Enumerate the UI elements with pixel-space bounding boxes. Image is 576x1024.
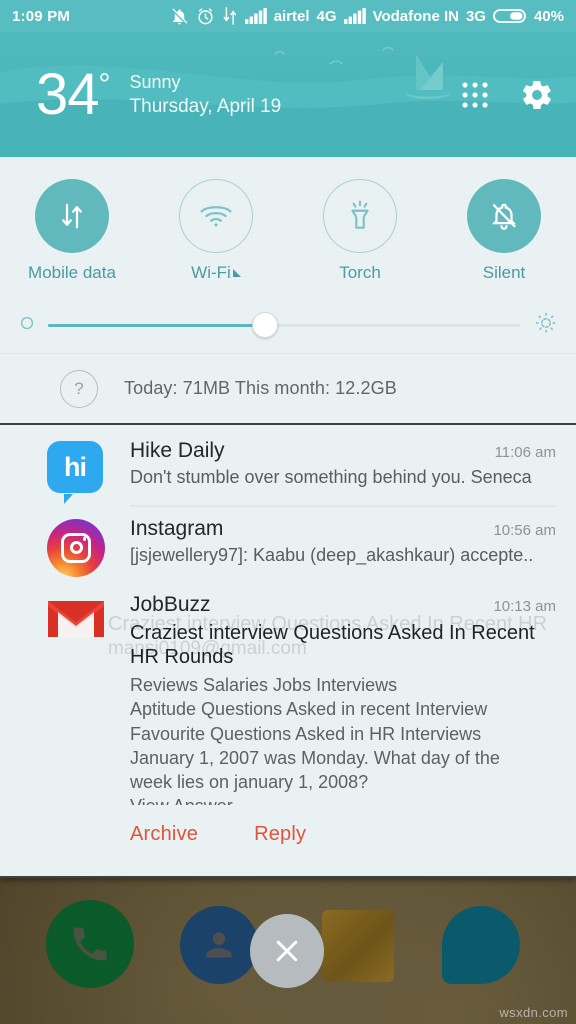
degree-symbol: ° (98, 67, 111, 101)
data-usage-row[interactable]: ? Today: 71MB This month: 12.2GB (0, 353, 576, 423)
notification-hike[interactable]: hi Hike Daily 11:06 am Don't stumble ove… (0, 425, 576, 513)
weather-date: Thursday, April 19 (129, 95, 282, 117)
slider-fill (48, 323, 266, 327)
instagram-icon (44, 517, 108, 581)
sim2-carrier: Vodafone IN (372, 7, 459, 25)
body-line: Aptitude Questions Asked in recent Inter… (130, 699, 488, 720)
slider-thumb[interactable] (252, 312, 279, 338)
help-icon[interactable]: ? (60, 369, 98, 408)
notification-text: Don't stumble over something behind you.… (130, 467, 532, 487)
mail-icon[interactable] (322, 910, 394, 982)
notification-divider (130, 504, 556, 507)
chat-icon[interactable] (442, 906, 520, 984)
gmail-icon (44, 593, 108, 657)
clear-all-button[interactable] (250, 914, 324, 988)
body-line: Reviews Salaries Jobs Interviews (130, 675, 398, 696)
phone-icon[interactable] (46, 900, 134, 988)
notification-shade: 1:09 PM airtel 4G Vodafone IN 3G 40% 34 … (0, 0, 576, 878)
quick-tile-wifi[interactable]: Wi-Fi (144, 179, 288, 283)
notification-actions: Archive Reply (0, 804, 576, 872)
notification-list: hi Hike Daily 11:06 am Don't stumble ove… (0, 425, 576, 876)
watermark: wsxdn.com (499, 1005, 568, 1020)
wifi-expand-caret-icon[interactable] (232, 269, 241, 277)
silent-bell-icon (170, 7, 189, 26)
quick-tile-label: Wi-Fi (191, 263, 241, 283)
quick-tile-label: Mobile data (28, 263, 116, 282)
silent-bell-icon (467, 179, 541, 253)
gear-icon[interactable] (520, 78, 554, 112)
reply-button[interactable]: Reply (254, 823, 306, 846)
notification-time: 10:13 am (493, 597, 556, 615)
battery-percent: 40% (533, 7, 564, 25)
mobile-data-icon (35, 179, 109, 253)
sim1-network: 4G (316, 7, 337, 25)
temperature-display: 34 ° (36, 61, 111, 127)
sim1-carrier: airtel (273, 7, 310, 25)
notification-instagram[interactable]: Instagram 10:56 am [jsjewellery97]: Kaab… (0, 513, 576, 587)
shade-bottom-edge (0, 875, 576, 878)
notification-jobbuzz[interactable]: JobBuzz 10:13 am Craziest interview Ques… (0, 587, 576, 805)
status-clock: 1:09 PM (12, 7, 71, 25)
signal-bars-icon (244, 8, 267, 24)
archive-button[interactable]: Archive (130, 823, 198, 846)
notification-app-name: Instagram (130, 516, 224, 540)
signal-bars-icon-2 (343, 8, 366, 24)
brightness-slider[interactable] (48, 312, 520, 338)
sim2-network: 3G (465, 7, 486, 25)
home-screen-dock (0, 890, 576, 1024)
data-transfer-icon (222, 7, 238, 25)
notification-time: 11:06 am (494, 444, 556, 461)
hike-icon-text: hi (47, 441, 103, 493)
quick-tile-torch[interactable]: Torch (288, 179, 432, 283)
brightness-low-icon (18, 314, 36, 337)
brightness-row (0, 297, 576, 353)
notification-app-name: Hike Daily (130, 439, 225, 462)
quick-tile-silent[interactable]: Silent (432, 179, 576, 283)
data-usage-text: Today: 71MB This month: 12.2GB (124, 378, 397, 398)
notification-app-name: JobBuzz (130, 592, 211, 616)
wifi-icon (179, 179, 253, 253)
body-line-clipped: View Answer (130, 794, 556, 805)
notification-subject: Craziest interview Questions Asked In Re… (130, 621, 535, 668)
wifi-label: Wi-Fi (191, 263, 231, 282)
quick-tile-label: Torch (339, 263, 381, 282)
body-line: January 1, 2007 was Monday. What day of … (130, 747, 500, 768)
body-line: week lies on january 1, 2008? (130, 771, 369, 792)
battery-icon (493, 7, 527, 25)
grid-icon[interactable] (460, 80, 490, 110)
temperature-value: 34 (36, 61, 100, 127)
quick-tile-label: Silent (482, 263, 526, 282)
quick-settings-row: Mobile data Wi-Fi Torch Silent (0, 157, 576, 297)
weather-text-block: Sunny Thursday, April 19 (130, 70, 282, 120)
weather-condition: Sunny (129, 71, 181, 92)
body-line: Favourite Questions Asked in HR Intervie… (130, 723, 482, 744)
torch-icon (323, 179, 397, 253)
hike-icon: hi (44, 439, 108, 504)
notification-body-lines: Reviews Salaries Jobs Interviews Aptitud… (130, 673, 556, 805)
weather-header[interactable]: 34 ° Sunny Thursday, April 19 (0, 32, 576, 157)
notification-text: [jsjewellery97]: Kaabu (deep_akashkaur) … (130, 544, 534, 565)
alarm-icon (196, 7, 215, 26)
quick-tile-mobile-data[interactable]: Mobile data (0, 179, 144, 283)
brightness-high-icon (534, 311, 558, 340)
notification-time: 10:56 am (493, 521, 556, 539)
contacts-icon[interactable] (180, 906, 258, 984)
status-bar: 1:09 PM airtel 4G Vodafone IN 3G 40% (0, 0, 576, 32)
